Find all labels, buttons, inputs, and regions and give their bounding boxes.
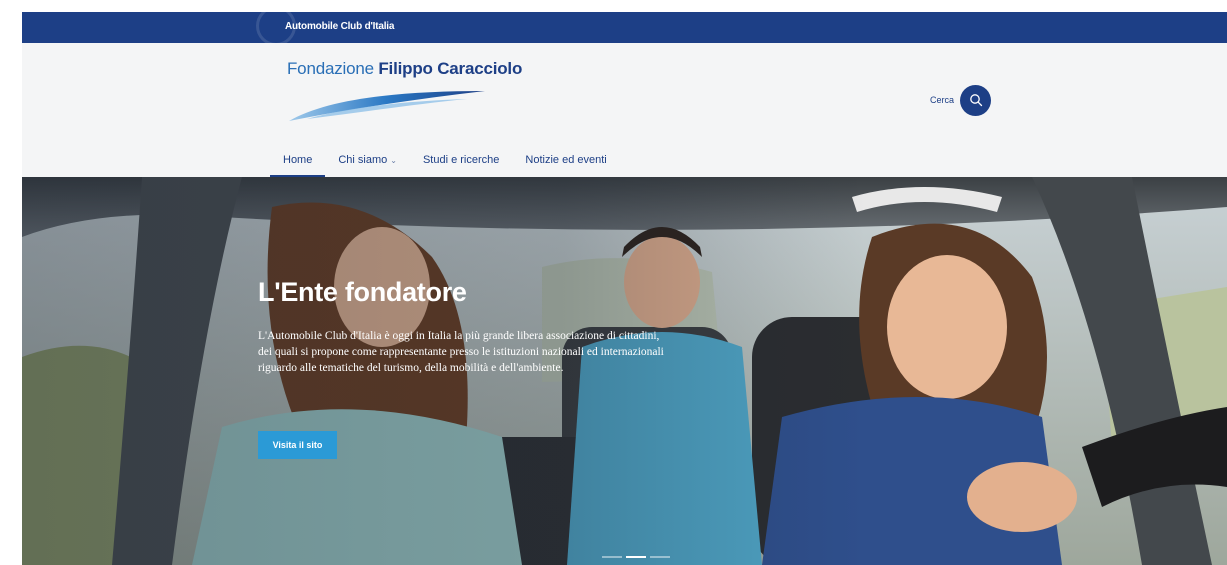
slide-indicator-3[interactable]: [650, 556, 670, 558]
search-icon: [969, 94, 982, 107]
logo-text: Fondazione Filippo Caracciolo: [287, 59, 522, 79]
site-logo[interactable]: Fondazione Filippo Caracciolo: [287, 59, 522, 129]
visit-site-button[interactable]: Visita il sito: [258, 431, 337, 459]
top-bar: Automobile Club d'Italia: [22, 12, 1227, 46]
nav-item-label: Notizie ed eventi: [525, 154, 607, 166]
nav-item-label: Home: [283, 154, 313, 166]
nav-item-label: Studi e ricerche: [422, 154, 500, 166]
slider-indicators: [602, 556, 670, 558]
logo-swoosh-icon: [289, 91, 485, 121]
search-button[interactable]: [960, 84, 992, 116]
logo-prefix: Fondazione: [287, 59, 374, 78]
hero-description: L'Automobile Club d'Italia è oggi in Ita…: [258, 330, 664, 374]
search-label[interactable]: Cerca: [930, 95, 954, 105]
site-header: Fondazione Filippo Caracciolo Cerca Home…: [22, 43, 1227, 177]
nav-item-chi-siamo[interactable]: Chi siamo ⌄: [325, 149, 410, 177]
main-nav: Home Chi siamo ⌄ Studi e ricerche Notizie…: [270, 149, 620, 177]
slide-indicator-2[interactable]: [626, 556, 646, 558]
nav-item-label: Chi siamo: [338, 154, 388, 166]
nav-item-notizie-ed-eventi[interactable]: Notizie ed eventi: [512, 149, 619, 177]
hero-title: L'Ente fondatore: [258, 277, 467, 307]
nav-item-home[interactable]: Home: [270, 149, 326, 177]
hero-slider: L'Ente fondatore L'Automobile Club d'Ita…: [22, 177, 1227, 565]
aci-link[interactable]: Automobile Club d'Italia: [285, 21, 394, 32]
browser-viewport: Automobile Club d'Italia Fondazione Fili…: [22, 12, 1227, 565]
nav-item-studi-e-ricerche[interactable]: Studi e ricerche: [410, 149, 512, 177]
slide-indicator-1[interactable]: [602, 556, 622, 558]
logo-name: Filippo Caracciolo: [378, 59, 523, 78]
search-area: Cerca: [930, 84, 992, 116]
chevron-down-icon: ⌄: [390, 156, 397, 165]
